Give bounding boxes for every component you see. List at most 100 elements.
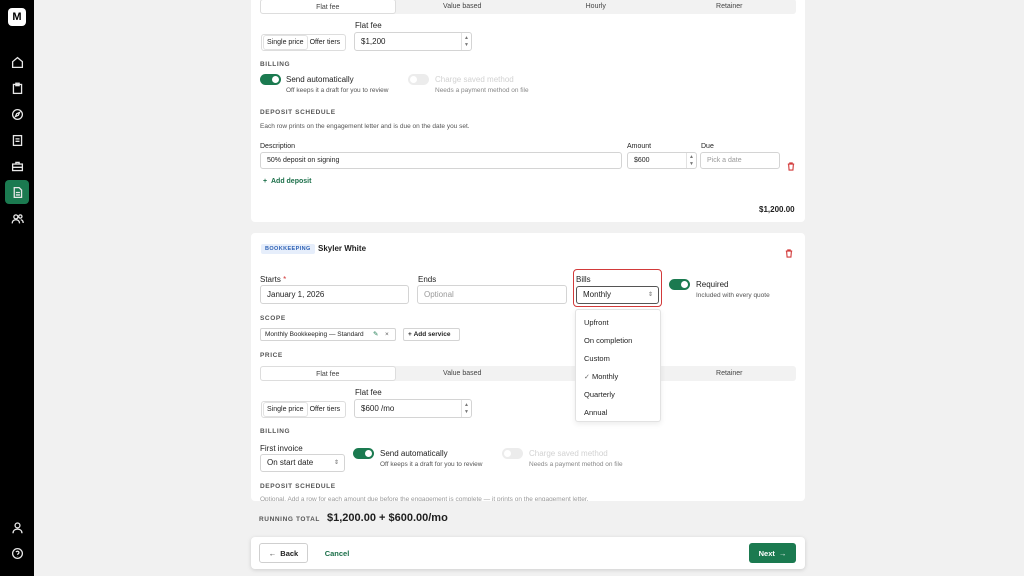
chevron-updown-icon: ⇕ [333,460,339,466]
starts-label-text: Starts [260,275,281,284]
first-invoice-label: First invoice [260,444,303,453]
add-deposit-button[interactable]: + Add deposit [263,178,311,185]
pricing-type-tabs: Flat fee Value based Hourly Retainer [260,366,796,381]
plus-icon: + [408,331,412,338]
single-price-option[interactable]: Single price [264,36,307,49]
flat-fee-input[interactable]: $600 /mo ▲ ▼ [354,399,472,418]
col-description: Description [260,143,296,150]
card-total: $1,200.00 [759,205,795,214]
next-button[interactable]: Next → [749,543,796,563]
arrow-left-icon: ← [268,548,277,558]
trash-icon[interactable] [785,245,793,258]
running-total-label: RUNNING TOTAL [259,516,320,523]
option-quarterly[interactable]: Quarterly [584,390,615,399]
charge-saved-sub: Needs a payment method on file [435,87,529,94]
cancel-button[interactable]: Cancel [317,543,357,563]
billing-title: BILLING [260,428,291,435]
ends-input[interactable]: Optional [417,285,567,304]
deposit-amount-input[interactable]: $600 ▲ ▼ [627,152,697,169]
flat-fee-stepper[interactable]: ▲ ▼ [461,33,471,50]
starts-input[interactable]: January 1, 2026 [260,285,409,304]
charge-saved-switch[interactable] [408,74,429,85]
flat-fee-stepper[interactable]: ▲ ▼ [461,400,471,417]
send-automatically-switch[interactable] [353,448,374,459]
clipboard-icon[interactable] [5,76,29,100]
user-icon[interactable] [5,515,29,539]
deposit-description-input[interactable]: 50% deposit on signing [260,152,622,169]
deposit-amount-value: $600 [634,157,650,164]
chevron-updown-icon: ⇕ [647,292,653,298]
close-icon[interactable]: × [385,329,389,340]
option-monthly[interactable]: ✓ Monthly [584,372,618,381]
bills-label: Bills [576,275,591,284]
flat-fee-input[interactable]: $1,200 ▲ ▼ [354,32,472,51]
tab-retainer[interactable]: Retainer [663,0,797,14]
deposit-title: DEPOSIT SCHEDULE [260,109,336,116]
scope-chip: Monthly Bookkeeping — Standard ✎ × [260,328,396,341]
charge-saved-switch[interactable] [502,448,523,459]
option-custom[interactable]: Custom [584,354,610,363]
add-service-label: Add service [413,331,451,338]
required-sub: Included with every quote [696,292,770,299]
first-invoice-select[interactable]: On start date ⇕ [260,454,345,472]
tab-value-based[interactable]: Value based [396,366,530,381]
home-icon[interactable] [5,50,29,74]
deposit-description: Optional. Add a row for each amount due … [260,496,589,501]
send-automatically-sub: Off keeps it a draft for you to review [380,461,483,468]
users-icon[interactable] [5,206,29,230]
add-service-button[interactable]: + Add service [403,328,460,341]
scope-chip-label: Monthly Bookkeeping — Standard [265,331,364,338]
service-card-1: Flat fee Value based Hourly Retainer Sin… [251,0,805,222]
check-icon: ✓ [584,374,590,381]
tab-value-based[interactable]: Value based [396,0,530,14]
footer-bar: ← Back Cancel Next → [251,537,805,569]
single-price-option[interactable]: Single price [264,403,307,416]
col-amount: Amount [627,143,652,150]
charge-saved-label: Charge saved method [529,449,608,458]
next-label: Next [758,548,775,558]
document-icon[interactable] [5,128,29,152]
send-automatically-switch[interactable] [260,74,281,85]
billing-title: BILLING [260,61,291,68]
option-on-completion[interactable]: On completion [584,336,632,345]
offer-tiers-option[interactable]: Offer tiers [307,36,344,49]
offer-tiers-option[interactable]: Offer tiers [307,403,344,416]
price-mode-toggle: Single price Offer tiers [261,401,347,418]
option-monthly-label: Monthly [591,372,619,381]
add-deposit-label: Add deposit [270,178,312,185]
send-automatically-label: Send automatically [286,75,354,84]
back-button[interactable]: ← Back [259,543,308,563]
compass-icon[interactable] [5,102,29,126]
flat-fee-label: Flat fee [355,21,382,30]
briefcase-icon[interactable] [5,154,29,178]
edit-icon[interactable]: ✎ [373,329,378,340]
charge-saved-label: Charge saved method [435,75,514,84]
tab-retainer[interactable]: Retainer [663,366,797,381]
bills-select[interactable]: Monthly ⇕ [576,286,659,304]
tab-flat-fee[interactable]: Flat fee [260,366,396,381]
col-due: Due [701,143,714,150]
deposit-amount-stepper[interactable]: ▲ ▼ [686,153,696,168]
charge-saved-sub: Needs a payment method on file [529,461,623,468]
arrow-right-icon: → [778,548,787,558]
ends-label: Ends [418,275,437,284]
option-annual[interactable]: Annual [584,408,607,417]
required-label: Required [696,280,729,289]
trash-icon[interactable] [787,158,795,171]
send-automatically-label: Send automatically [380,449,448,458]
tab-flat-fee[interactable]: Flat fee [260,0,396,14]
pricing-type-tabs: Flat fee Value based Hourly Retainer [260,0,796,14]
deposit-due-input[interactable]: Pick a date [700,152,780,169]
help-icon[interactable] [5,541,29,565]
tab-hourly[interactable]: Hourly [529,0,663,14]
starts-label: Starts * [260,275,286,284]
required-switch[interactable] [669,279,690,290]
running-total-value: $1,200.00 + $600.00/mo [327,512,448,524]
option-upfront[interactable]: Upfront [584,318,609,327]
back-label: Back [280,548,299,558]
file-text-icon[interactable] [5,180,29,204]
app-logo[interactable]: M [8,8,26,26]
price-mode-toggle: Single price Offer tiers [261,34,347,51]
deposit-description: Each row prints on the engagement letter… [260,123,470,130]
first-invoice-value: On start date [267,458,314,467]
